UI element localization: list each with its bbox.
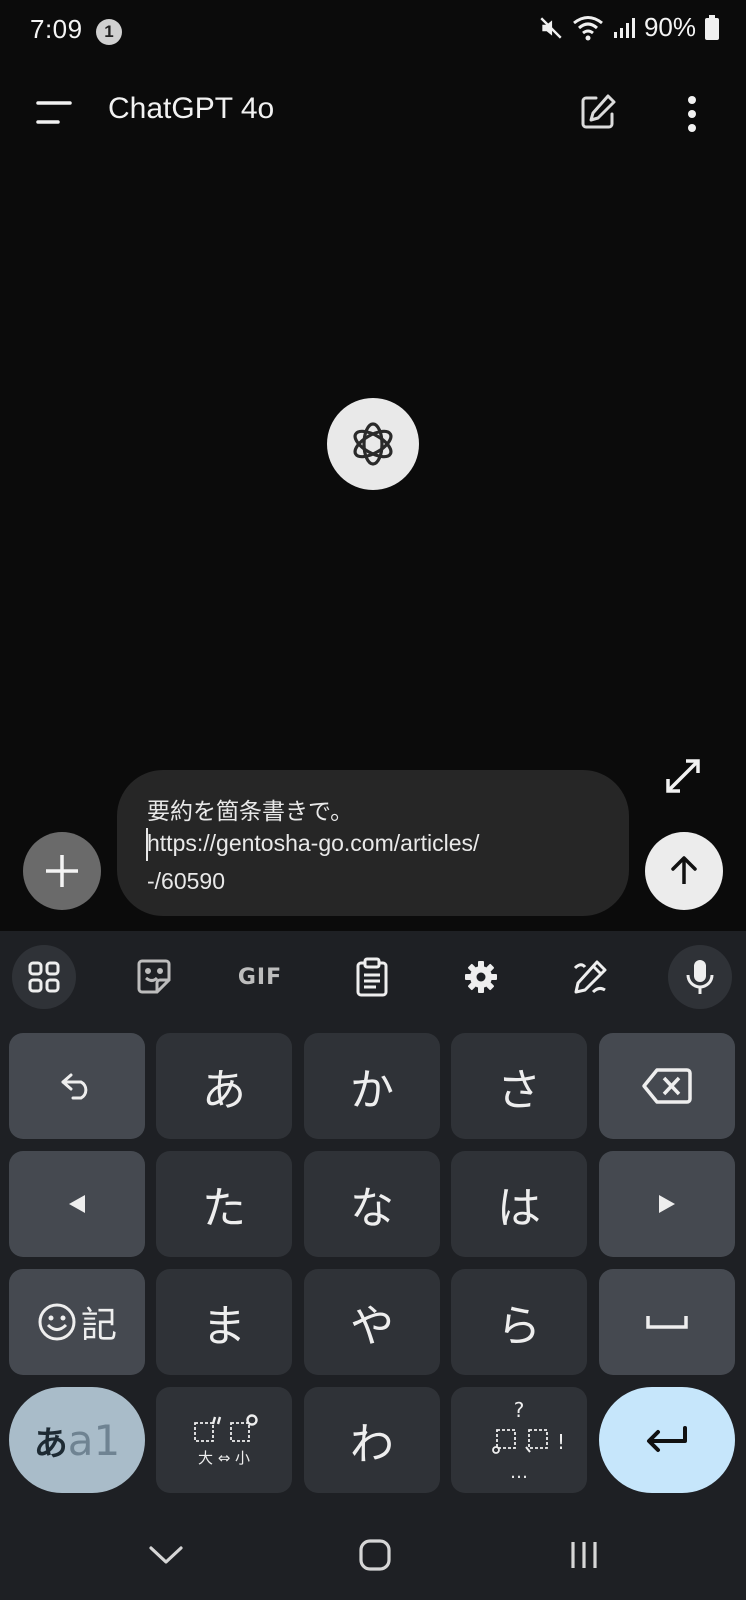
- sticker-icon[interactable]: [122, 945, 186, 1009]
- arrow-up-icon: [671, 856, 697, 884]
- recent-apps-icon[interactable]: [554, 1532, 614, 1578]
- svg-text:…: …: [510, 1462, 528, 1483]
- status-time: 7:09: [30, 14, 83, 44]
- openai-logo: [327, 398, 419, 490]
- space-icon: [646, 1316, 688, 1329]
- dakuten-icon: [194, 1413, 258, 1442]
- smiley-icon: [38, 1303, 76, 1341]
- microphone-icon[interactable]: [668, 945, 732, 1009]
- cursor-left-key[interactable]: [9, 1151, 145, 1257]
- svg-text:?: ?: [514, 1398, 525, 1422]
- page-title[interactable]: ChatGPT 4o: [108, 92, 274, 126]
- dakuten-sub-label: 大 ⇔ 小: [197, 1448, 251, 1467]
- svg-text:!: !: [557, 1430, 565, 1454]
- new-chat-icon[interactable]: [578, 92, 618, 132]
- mute-icon: [540, 16, 562, 39]
- plus-icon: [46, 855, 78, 887]
- backspace-key[interactable]: [599, 1033, 735, 1139]
- openai-logo-icon: [353, 422, 393, 466]
- space-key[interactable]: [599, 1269, 735, 1375]
- battery-icon: [705, 14, 719, 40]
- kigou-label: 記: [80, 1305, 117, 1346]
- enter-icon: [647, 1426, 687, 1452]
- wifi-icon: [573, 15, 603, 40]
- message-input[interactable]: 要約を箇条書きで。 https://gentosha-go.com/articl…: [117, 770, 629, 916]
- input-mode-key[interactable]: あ a1: [9, 1387, 145, 1493]
- home-button-icon[interactable]: [345, 1532, 405, 1578]
- settings-gear-icon[interactable]: [449, 945, 513, 1009]
- key-ma[interactable]: ま: [156, 1269, 292, 1375]
- key-wa[interactable]: わ: [304, 1387, 440, 1493]
- key-na[interactable]: な: [304, 1151, 440, 1257]
- punctuation-icon: ? ! …: [492, 1398, 565, 1483]
- message-text-line: -/60590: [147, 868, 226, 894]
- battery-percent: 90%: [643, 12, 696, 42]
- gif-label: GIF: [237, 964, 283, 990]
- key-a[interactable]: あ: [156, 1033, 292, 1139]
- gif-icon[interactable]: GIF: [228, 945, 292, 1009]
- key-ta[interactable]: た: [156, 1151, 292, 1257]
- hide-keyboard-chevron-icon[interactable]: [136, 1532, 196, 1578]
- undo-icon: [61, 1073, 88, 1100]
- text-caret: [146, 828, 148, 861]
- status-icons: 90%: [538, 12, 720, 43]
- message-text-line: 要約を箇条書きで。: [147, 798, 354, 824]
- message-text-line: https://gentosha-go.com/articles/: [147, 830, 480, 856]
- arrow-left-icon: [69, 1195, 85, 1213]
- key-ha[interactable]: は: [451, 1151, 587, 1257]
- notification-badge: 1: [96, 19, 122, 45]
- mode-label-kana: あ: [33, 1423, 68, 1464]
- arrow-right-icon: [659, 1195, 675, 1213]
- backspace-icon: [642, 1068, 692, 1104]
- signal-icon: [613, 17, 635, 38]
- enter-key[interactable]: [599, 1387, 735, 1493]
- clipboard-icon[interactable]: [340, 945, 404, 1009]
- cursor-right-key[interactable]: [599, 1151, 735, 1257]
- key-ya[interactable]: や: [304, 1269, 440, 1375]
- handwriting-icon[interactable]: [558, 945, 622, 1009]
- punctuation-key[interactable]: ? ! …: [451, 1387, 587, 1493]
- mode-label-alnum: a1: [67, 1415, 121, 1465]
- menu-icon[interactable]: [34, 98, 74, 128]
- emoji-symbols-key[interactable]: 記: [9, 1269, 145, 1375]
- key-ka[interactable]: か: [304, 1033, 440, 1139]
- undo-key[interactable]: [9, 1033, 145, 1139]
- apps-grid-icon[interactable]: [12, 945, 76, 1009]
- attach-button[interactable]: [23, 832, 101, 910]
- key-ra[interactable]: ら: [451, 1269, 587, 1375]
- key-sa[interactable]: さ: [451, 1033, 587, 1139]
- more-options-icon[interactable]: [676, 94, 708, 134]
- dakuten-key[interactable]: 大 ⇔ 小: [156, 1387, 292, 1493]
- send-button[interactable]: [645, 832, 723, 910]
- expand-icon[interactable]: [660, 753, 706, 799]
